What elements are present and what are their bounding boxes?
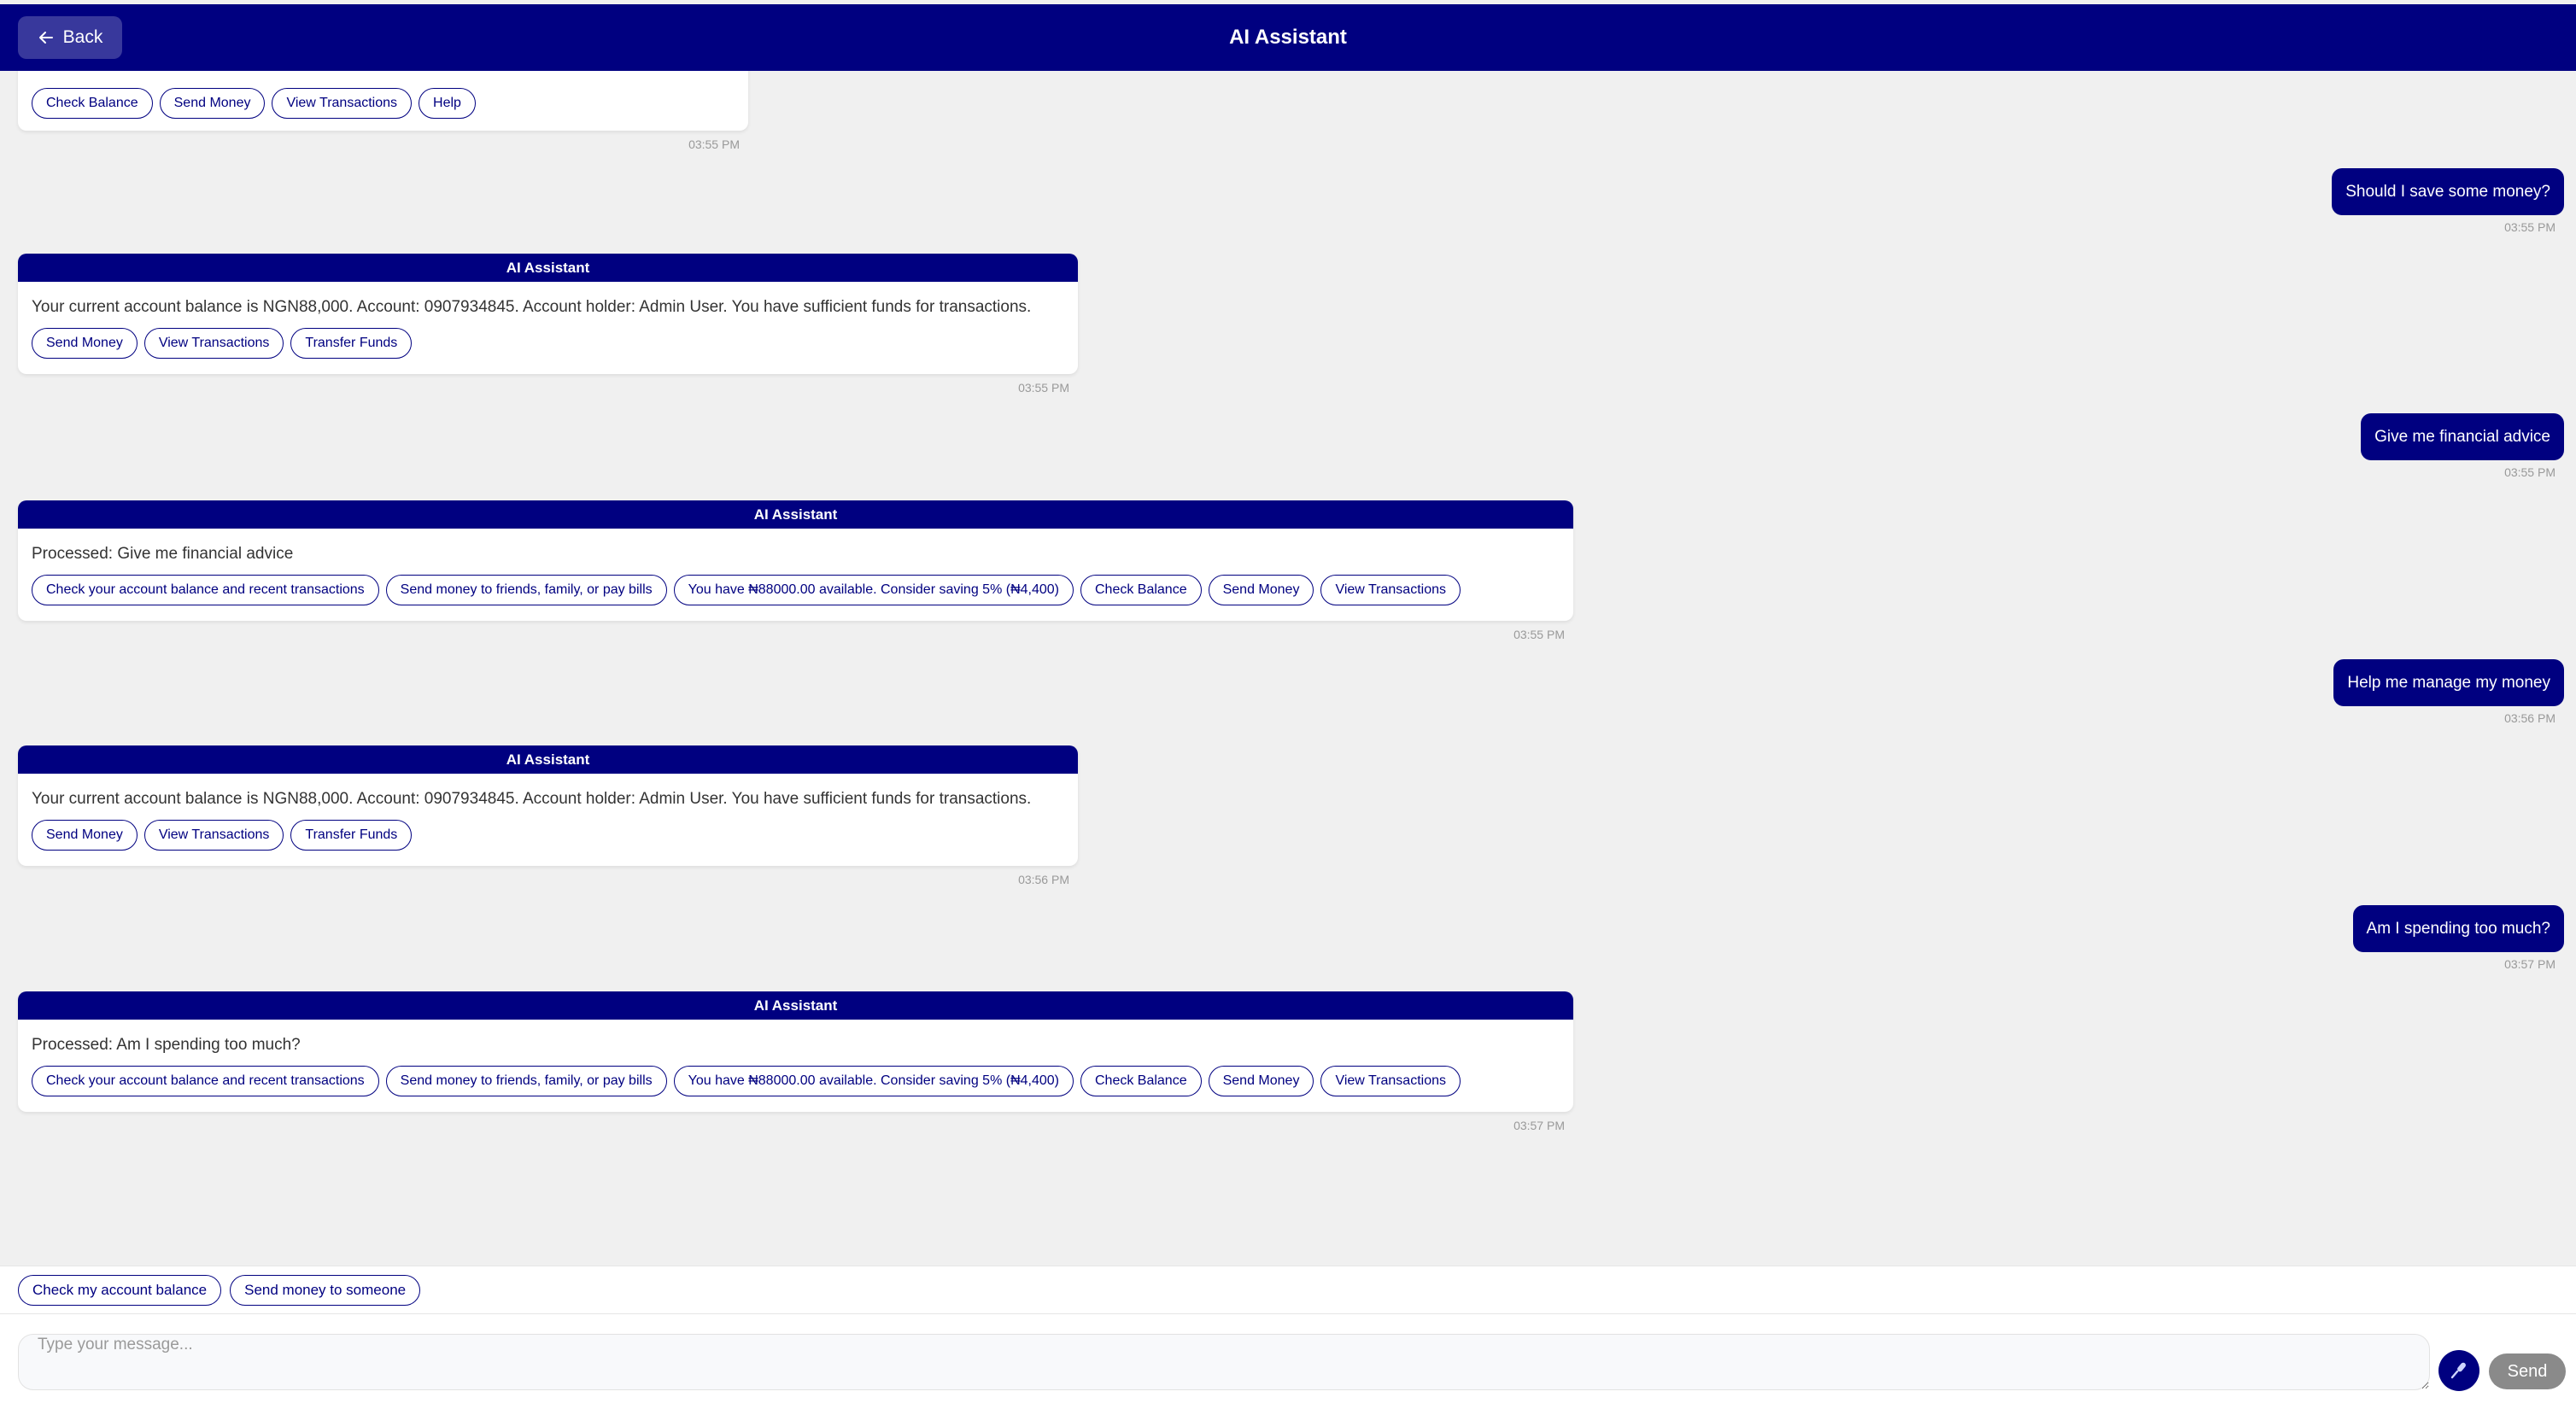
message-time: 03:55 PM [2504,220,2556,234]
user-message: Should I save some money? 03:55 PM [2332,168,2564,234]
assistant-message-card: Check Balance Send Money View Transactio… [18,71,748,131]
suggestion-chips: Check your account balance and recent tr… [32,575,1560,605]
message-time: 03:55 PM [688,137,740,151]
suggestion-chips: Check your account balance and recent tr… [32,1066,1560,1096]
quick-reply-chip[interactable]: Send money to someone [230,1274,421,1306]
assistant-header: AI Assistant [18,254,1078,282]
microphone-icon [2450,1362,2466,1379]
suggestion-chip[interactable]: View Transactions [1320,1066,1461,1096]
user-message-bubble: Should I save some money? [2332,168,2564,215]
quick-reply-chip[interactable]: Check my account balance [18,1274,222,1306]
suggestion-chips: Send Money View Transactions Transfer Fu… [32,328,1064,359]
suggestion-chips: Send Money View Transactions Transfer Fu… [32,820,1064,851]
assistant-message-card: AI Assistant Processed: Give me financia… [18,500,1573,621]
suggestion-chip[interactable]: Check Balance [1080,1066,1202,1096]
assistant-header: AI Assistant [18,745,1078,774]
suggestion-chip[interactable]: Check Balance [32,88,153,119]
suggestion-chip[interactable]: Check your account balance and recent tr… [32,1066,379,1096]
suggestion-chip[interactable]: Send Money [32,328,138,359]
suggestion-chip[interactable]: View Transactions [143,328,284,359]
suggestion-chip[interactable]: Send money to friends, family, or pay bi… [385,1066,667,1096]
message-time: 03:57 PM [1513,1119,1565,1132]
suggestion-chip[interactable]: View Transactions [143,820,284,851]
suggestion-chip[interactable]: Send Money [1208,1066,1314,1096]
user-message-bubble: Am I spending too much? [2352,905,2564,952]
back-label: Back [62,27,103,47]
message-time: 03:55 PM [1018,381,1069,395]
assistant-message: AI Assistant Your current account balanc… [18,745,1078,886]
message-time: 03:55 PM [2504,465,2556,479]
app-header: Back AI Assistant [0,4,2576,71]
user-message: Help me manage my money 03:56 PM [2333,659,2564,725]
assistant-message-card: AI Assistant Your current account balanc… [18,254,1078,374]
assistant-message: AI Assistant Processed: Give me financia… [18,500,1573,641]
assistant-message-text: Your current account balance is NGN88,00… [32,298,1032,316]
message-input[interactable] [18,1334,2430,1390]
message-time: 03:56 PM [1018,873,1069,886]
suggestion-chips: Check Balance Send Money View Transactio… [32,88,476,119]
message-time: 03:56 PM [2504,711,2556,725]
suggestion-chip[interactable]: Send Money [32,820,138,851]
suggestion-chip[interactable]: View Transactions [1320,575,1461,605]
suggestion-chip[interactable]: Send Money [159,88,266,119]
chat-area[interactable]: Check Balance Send Money View Transactio… [0,71,2576,1266]
assistant-message-card: AI Assistant Your current account balanc… [18,745,1078,866]
user-message-bubble: Help me manage my money [2333,659,2564,706]
user-message: Am I spending too much? 03:57 PM [2352,905,2564,971]
assistant-message: AI Assistant Processed: Am I spending to… [18,991,1573,1132]
user-message: Give me financial advice 03:55 PM [2361,413,2564,479]
suggestion-chip[interactable]: Transfer Funds [290,328,413,359]
suggestion-chip[interactable]: View Transactions [272,88,413,119]
send-button[interactable]: Send [2489,1353,2566,1389]
assistant-message: Check Balance Send Money View Transactio… [18,71,748,151]
suggestion-chip[interactable]: Check your account balance and recent tr… [32,575,379,605]
arrow-left-icon [38,32,53,44]
assistant-message: AI Assistant Your current account balanc… [18,254,1078,395]
message-time: 03:57 PM [2504,957,2556,971]
mic-button[interactable] [2438,1350,2479,1391]
suggestion-chip[interactable]: You have ₦88000.00 available. Consider s… [673,1066,1074,1096]
user-message-bubble: Give me financial advice [2361,413,2564,460]
quick-replies: Check my account balance Send money to s… [0,1266,2576,1313]
assistant-message-text: Processed: Am I spending too much? [32,1036,301,1054]
suggestion-chip[interactable]: You have ₦88000.00 available. Consider s… [673,575,1074,605]
assistant-message-text: Your current account balance is NGN88,00… [32,790,1032,808]
suggestion-chip[interactable]: Send money to friends, family, or pay bi… [385,575,667,605]
assistant-header: AI Assistant [18,500,1573,529]
suggestion-chip[interactable]: Send Money [1208,575,1314,605]
back-button[interactable]: Back [18,16,122,59]
assistant-header: AI Assistant [18,991,1573,1020]
assistant-message-text: Processed: Give me financial advice [32,545,294,563]
composer: Send [0,1313,2576,1409]
suggestion-chip[interactable]: Transfer Funds [290,820,413,851]
message-time: 03:55 PM [1513,628,1565,641]
suggestion-chip[interactable]: Help [419,88,476,119]
suggestion-chip[interactable]: Check Balance [1080,575,1202,605]
assistant-message-card: AI Assistant Processed: Am I spending to… [18,991,1573,1112]
page-title: AI Assistant [1229,26,1347,49]
